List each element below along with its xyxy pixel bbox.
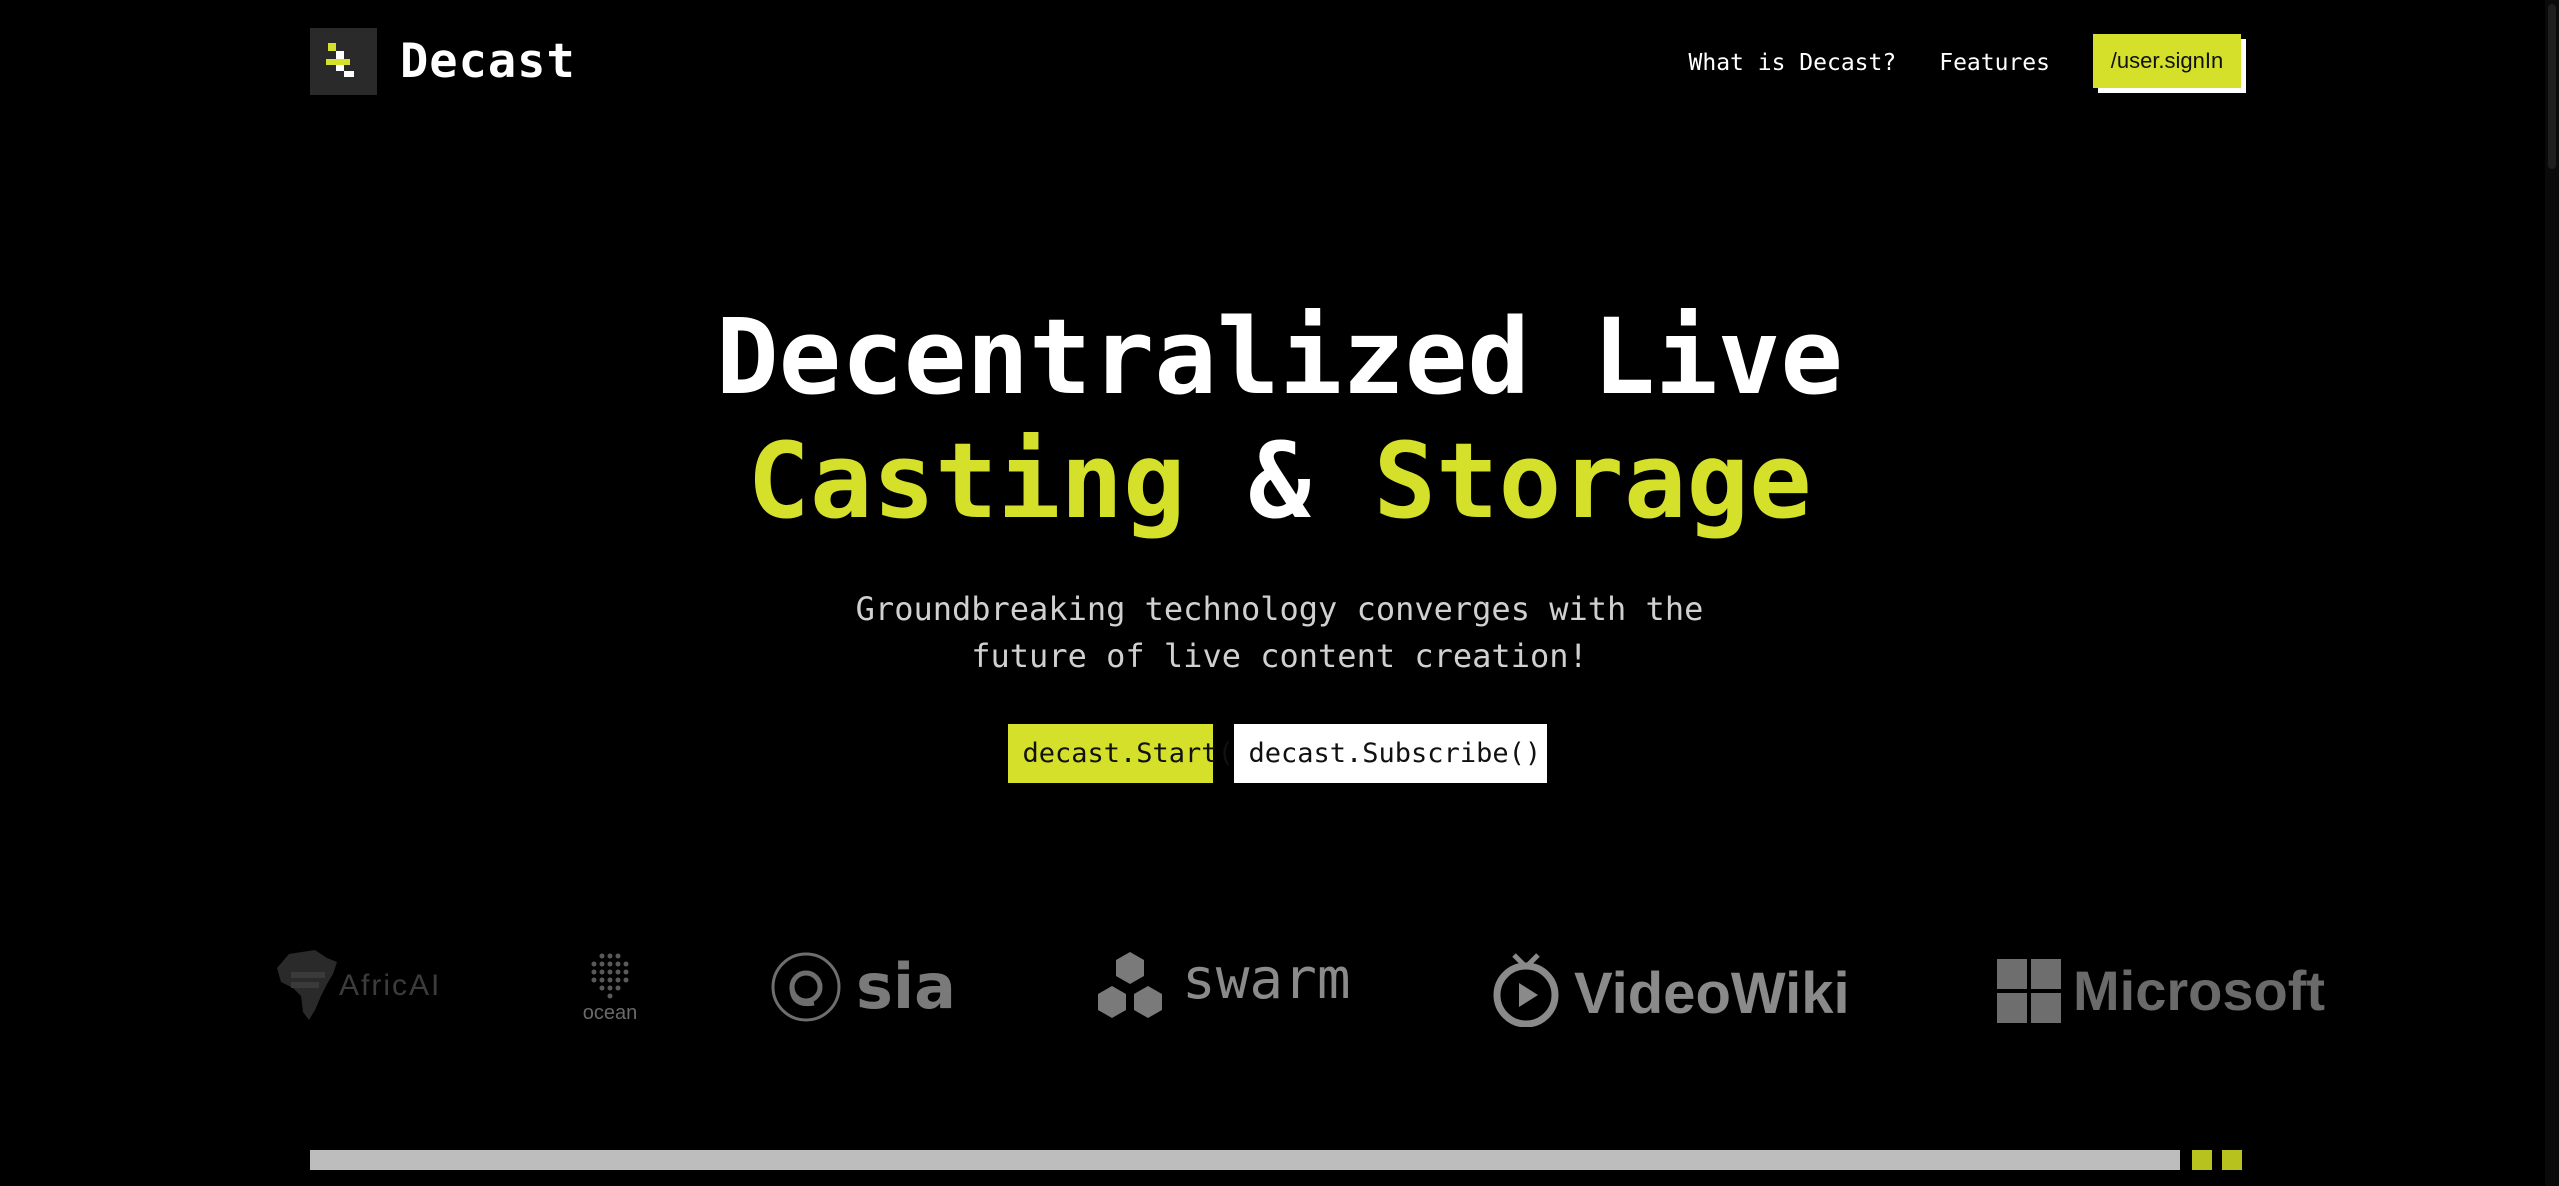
- hero-title-ampersand: &: [1248, 420, 1311, 542]
- sia-icon: [771, 952, 841, 1021]
- carousel-indicator-dot-1[interactable]: [2192, 1150, 2212, 1170]
- partner-sia-label: sia: [856, 950, 956, 1023]
- subscribe-button[interactable]: decast.Subscribe(): [1233, 724, 1547, 783]
- hero-title-line1: Decentralized Live: [715, 296, 1844, 418]
- partner-africai-label: AfricAI: [339, 968, 442, 1002]
- hero-subtitle-line1: Groundbreaking technology converges with…: [855, 590, 1704, 628]
- microsoft-grid-icon: [1997, 958, 2061, 1023]
- brand-name: Decast: [400, 34, 576, 89]
- partner-swarm: swarm: [1090, 946, 1351, 1026]
- hero-subtitle-line2: future of live content creation!: [971, 637, 1588, 675]
- partner-videowiki-label: VideoWiki: [1574, 961, 1850, 1026]
- top-nav: Decast What is Decast? Features /user.si…: [0, 0, 2559, 124]
- partner-microsoft: Microsoft: [1997, 958, 2325, 1023]
- nav-link-features[interactable]: Features: [1939, 50, 2050, 76]
- hero-title-line2: Casting & Storage: [0, 419, 2559, 543]
- nav-links: What is Decast? Features /user.signIn: [1689, 34, 2246, 93]
- partner-swarm-label: swarm: [1182, 946, 1351, 1012]
- hero-cta-row: decast.Start() decast.Subscribe(): [0, 724, 2559, 783]
- carousel-indicator-dot-2[interactable]: [2222, 1150, 2242, 1170]
- nav-link-what-is-decast[interactable]: What is Decast?: [1689, 50, 1897, 76]
- swarm-hexagon-icon: [1098, 952, 1162, 1018]
- signin-button-wrapper: /user.signIn: [2093, 34, 2246, 93]
- page-scrollbar[interactable]: [2545, 0, 2559, 1186]
- hero-title-casting: Casting: [747, 420, 1186, 542]
- partner-ocean-label: ocean: [582, 1002, 638, 1024]
- partner-africai: AfricAI: [275, 948, 441, 1023]
- africa-map-icon: [277, 950, 337, 1020]
- decast-logo-icon: [310, 28, 377, 95]
- partner-logos: AfricAI ocean sia swarm VideoWiki Micros…: [270, 940, 2325, 1030]
- brand-logo-link[interactable]: Decast: [310, 28, 576, 95]
- hero-title-storage: Storage: [1373, 420, 1812, 542]
- partner-sia: sia: [770, 950, 956, 1023]
- partner-videowiki: VideoWiki: [1490, 950, 1850, 1027]
- hero-subtitle: Groundbreaking technology converges with…: [0, 586, 2559, 680]
- signin-button[interactable]: /user.signIn: [2093, 34, 2241, 88]
- partner-microsoft-label: Microsoft: [2073, 959, 2325, 1022]
- ocean-dots-icon: [591, 953, 629, 999]
- carousel-progress-track: [310, 1150, 2180, 1170]
- start-button[interactable]: decast.Start(): [1007, 724, 1250, 783]
- partner-ocean: ocean: [582, 952, 638, 1025]
- hero-title: Decentralized Live Casting & Storage: [0, 295, 2559, 543]
- page-scrollbar-thumb[interactable]: [2548, 4, 2556, 169]
- videowiki-icon: [1493, 952, 1559, 1027]
